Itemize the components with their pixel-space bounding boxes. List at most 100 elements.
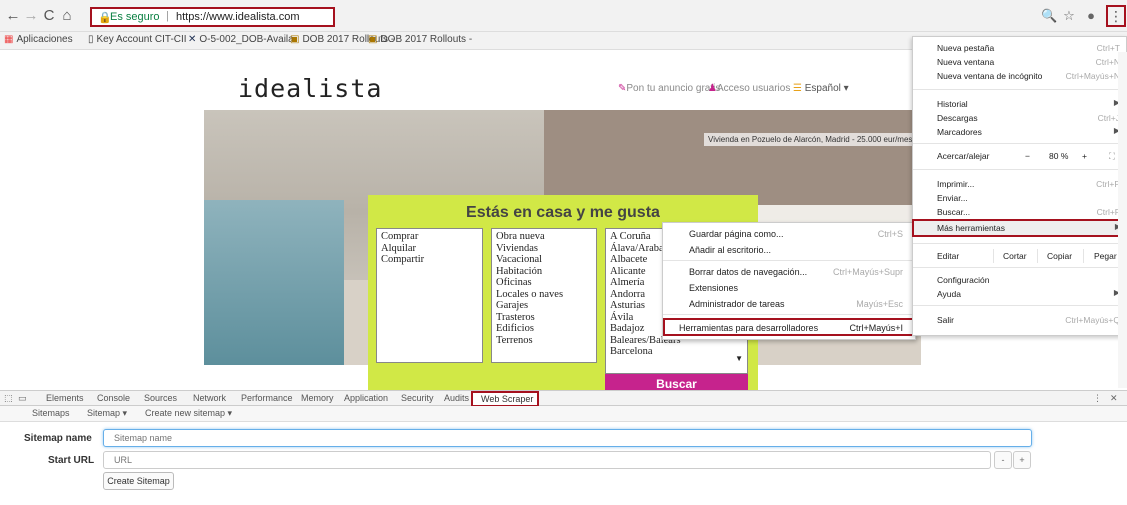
- web-scraper-nav: Sitemaps Sitemap ▾ Create new sitemap ▾: [0, 406, 1127, 422]
- menu-item-settings[interactable]: Configuración: [913, 273, 1126, 287]
- paste-button[interactable]: Pegar: [1094, 251, 1117, 261]
- search-title: Estás en casa y me gusta: [466, 204, 660, 221]
- menu-item-task-manager[interactable]: Administrador de tareas Mayús+Esc: [663, 296, 915, 312]
- menu-item-exit[interactable]: Salir Ctrl+Mayús+Q: [913, 313, 1126, 327]
- menu-item-label: Ayuda: [937, 289, 961, 299]
- tab-elements[interactable]: Elements: [46, 393, 84, 403]
- nav-sitemap-dropdown[interactable]: Sitemap ▾: [87, 408, 127, 419]
- more-tools-submenu: Guardar página como... Ctrl+S Añadir al e…: [662, 222, 916, 340]
- chevron-down-icon[interactable]: ▼: [735, 353, 743, 365]
- list-option[interactable]: Viviendas: [496, 243, 592, 255]
- language-selector[interactable]: ☰ Español ▾: [793, 83, 849, 94]
- menu-item-find[interactable]: Buscar... Ctrl+F: [913, 205, 1126, 215]
- home-icon[interactable]: ⌂: [58, 7, 76, 25]
- create-sitemap-button[interactable]: Create Sitemap: [103, 472, 174, 490]
- list-option[interactable]: Locales o naves: [496, 289, 592, 301]
- zoom-out-button[interactable]: −: [1025, 151, 1030, 161]
- bookmark-label: O-5-002_DOB-Availa: [199, 34, 294, 45]
- nav-sitemaps[interactable]: Sitemaps: [32, 408, 70, 418]
- menu-item-label: Imprimir...: [937, 179, 975, 189]
- list-option[interactable]: Oficinas: [496, 277, 592, 289]
- list-option[interactable]: Edificios: [496, 323, 592, 335]
- list-option[interactable]: Habitación: [496, 266, 592, 278]
- menu-item-incognito[interactable]: Nueva ventana de incógnito Ctrl+Mayús+N: [913, 69, 1126, 83]
- menu-item-label: Administrador de tareas: [689, 299, 785, 309]
- bookmark-label: Key Account CIT-CII: [96, 34, 187, 45]
- menu-item-history[interactable]: Historial ▶: [913, 97, 1126, 111]
- menu-item-label: Más herramientas: [937, 223, 1006, 233]
- tab-security[interactable]: Security: [401, 393, 434, 403]
- menu-item-cast[interactable]: Enviar...: [913, 191, 1126, 205]
- menu-item-label: Nueva ventana: [937, 57, 995, 67]
- address-bar[interactable]: 🔒 Es seguro | https://www.idealista.com: [90, 7, 335, 27]
- forward-icon[interactable]: →: [22, 7, 40, 25]
- list-option[interactable]: Obra nueva: [496, 231, 592, 243]
- menu-item-new-tab[interactable]: Nueva pestaña Ctrl+T: [913, 41, 1126, 55]
- tab-network[interactable]: Network: [193, 393, 226, 403]
- list-option[interactable]: Garajes: [496, 300, 592, 312]
- tab-application[interactable]: Application: [344, 393, 388, 403]
- browser-toolbar: ← → C ⌂ 🔒 Es seguro | https://www.ideali…: [0, 0, 1127, 32]
- sitemap-name-input[interactable]: [103, 429, 1032, 447]
- copy-button[interactable]: Copiar: [1047, 251, 1072, 261]
- menu-item-clear-data[interactable]: Borrar datos de navegación... Ctrl+Mayús+…: [663, 264, 915, 280]
- list-option[interactable]: Terrenos: [496, 335, 592, 347]
- more-options-icon[interactable]: ⋮: [1093, 393, 1102, 404]
- back-icon[interactable]: ←: [4, 7, 22, 25]
- device-icon[interactable]: ▭: [18, 393, 27, 404]
- menu-item-extensions[interactable]: Extensiones: [663, 280, 915, 296]
- list-option[interactable]: Compartir: [381, 254, 478, 266]
- menu-item-more-tools[interactable]: Más herramientas▶: [912, 219, 1127, 237]
- chrome-menu-button[interactable]: ⋮: [1106, 5, 1126, 27]
- fullscreen-icon[interactable]: ⛶: [1109, 151, 1115, 162]
- remove-url-button[interactable]: -: [994, 451, 1012, 469]
- url-separator: |: [166, 10, 169, 22]
- menu-item-downloads[interactable]: Descargas Ctrl+J: [913, 111, 1126, 125]
- cut-button[interactable]: Cortar: [1003, 251, 1027, 261]
- tab-web-scraper[interactable]: Web Scraper: [471, 391, 539, 407]
- tab-sources[interactable]: Sources: [144, 393, 177, 403]
- reload-icon[interactable]: C: [40, 7, 58, 25]
- extension-icon[interactable]: ●: [1083, 8, 1099, 24]
- start-url-input[interactable]: [103, 451, 991, 469]
- tool-icon: ✕: [188, 34, 197, 45]
- close-icon[interactable]: ✕: [1110, 393, 1118, 404]
- menu-item-save-page[interactable]: Guardar página como... Ctrl+S: [663, 226, 915, 242]
- list-option[interactable]: Barcelona: [610, 346, 743, 358]
- tab-performance[interactable]: Performance: [241, 393, 293, 403]
- bookmark-dob-availa[interactable]: ✕ O-5-002_DOB-Availa: [188, 34, 294, 45]
- bookmark-apps[interactable]: ▦ Aplicaciones: [4, 34, 73, 45]
- site-logo[interactable]: idealista: [238, 74, 382, 103]
- tab-console[interactable]: Console: [97, 393, 130, 403]
- menu-item-label: Buscar...: [937, 207, 971, 215]
- menu-item-developer-tools[interactable]: Herramientas para desarrolladores Ctrl+Ma…: [663, 318, 915, 336]
- page-scrollbar[interactable]: [1118, 52, 1127, 388]
- list-option[interactable]: Trasteros: [496, 312, 592, 324]
- list-option[interactable]: Alquilar: [381, 243, 478, 255]
- menu-item-new-window[interactable]: Nueva ventana Ctrl+N: [913, 55, 1126, 69]
- menu-item-help[interactable]: Ayuda ▶: [913, 287, 1126, 301]
- bookmark-key-account[interactable]: ▯ Key Account CIT-CII: [88, 34, 187, 45]
- menu-item-print[interactable]: Imprimir... Ctrl+P: [913, 177, 1126, 191]
- bookmark-dob-rollouts-2[interactable]: ▣ DOB 2017 Rollouts -: [368, 34, 472, 45]
- star-icon[interactable]: ☆: [1061, 8, 1077, 24]
- property-type-listbox[interactable]: Obra nueva Viviendas Vacacional Habitaci…: [491, 228, 597, 363]
- add-url-button[interactable]: +: [1013, 451, 1031, 469]
- publish-link[interactable]: ✎Pon tu anuncio gratis: [618, 83, 720, 94]
- devtools-tabbar: ⬚ ▭ Elements Console Sources Network Per…: [0, 390, 1127, 407]
- bookmark-label: Aplicaciones: [16, 34, 73, 45]
- zoom-in-button[interactable]: +: [1082, 151, 1087, 161]
- inspect-icon[interactable]: ⬚: [4, 393, 13, 404]
- tab-audits[interactable]: Audits: [444, 393, 469, 403]
- menu-item-bookmarks[interactable]: Marcadores ▶: [913, 125, 1126, 139]
- operation-listbox[interactable]: Comprar Alquilar Compartir: [376, 228, 483, 363]
- zoom-icon[interactable]: 🔍: [1041, 8, 1057, 24]
- menu-item-label: Añadir al escritorio...: [689, 245, 772, 255]
- login-link[interactable]: ♟Acceso usuarios: [708, 83, 790, 94]
- list-option[interactable]: Comprar: [381, 231, 478, 243]
- tab-memory[interactable]: Memory: [301, 393, 334, 403]
- menu-lines-icon: ☰: [793, 83, 805, 94]
- nav-create-sitemap-dropdown[interactable]: Create new sitemap ▾: [145, 408, 232, 419]
- list-option[interactable]: Vacacional: [496, 254, 592, 266]
- menu-item-add-desktop[interactable]: Añadir al escritorio...: [663, 242, 915, 258]
